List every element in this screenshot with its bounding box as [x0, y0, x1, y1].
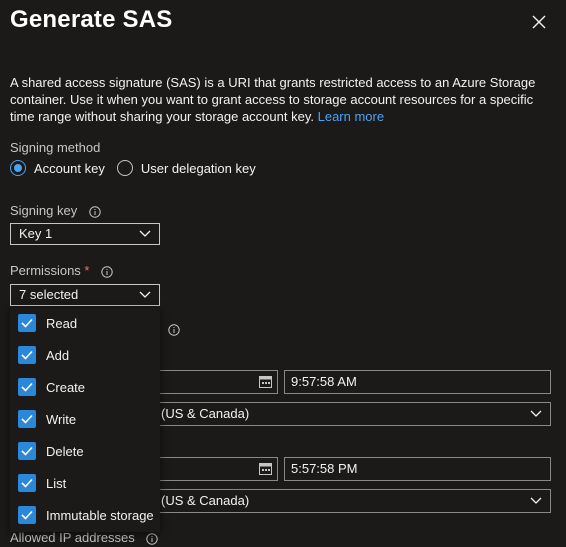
start-time-value: 9:57:58 AM [291, 374, 357, 389]
permission-option-write[interactable]: Write [18, 408, 76, 430]
permission-option-add[interactable]: Add [18, 344, 69, 366]
permissions-dropdown-panel: Read Add Create Write Delete List Immuta… [10, 308, 160, 532]
signing-method-group: Account key User delegation key [10, 160, 268, 176]
radio-user-delegation-key[interactable]: User delegation key [116, 160, 256, 176]
start-time-field[interactable]: 9:57:58 AM [284, 370, 551, 394]
permission-option-label: Add [46, 347, 70, 363]
permission-option-read[interactable]: Read [18, 312, 77, 334]
chevron-down-icon [139, 230, 151, 237]
signing-key-dropdown[interactable]: Key 1 [10, 223, 160, 245]
permissions-label-row: Permissions * [10, 263, 113, 278]
info-icon[interactable] [89, 205, 101, 218]
required-marker: * [84, 263, 90, 278]
checkbox-checked-icon[interactable] [18, 442, 36, 460]
checkbox-checked-icon[interactable] [18, 506, 36, 524]
start-date-field[interactable] [150, 370, 278, 394]
expiry-time-field[interactable]: 5:57:58 PM [284, 457, 551, 481]
chevron-down-icon [139, 291, 151, 298]
info-icon[interactable] [168, 324, 180, 336]
permission-option-label: Immutable storage [46, 507, 154, 523]
radio-account-key[interactable]: Account key [10, 160, 105, 176]
permission-option-create[interactable]: Create [18, 376, 85, 398]
permission-option-label: Write [46, 411, 77, 427]
calendar-icon[interactable] [259, 375, 272, 388]
expiry-date-field[interactable] [150, 457, 278, 481]
permission-option-label: Delete [46, 443, 84, 459]
chevron-down-icon [530, 410, 542, 417]
radio-label-user-delegation-key: User delegation key [140, 160, 256, 176]
calendar-icon[interactable] [259, 462, 272, 475]
checkbox-checked-icon[interactable] [18, 346, 36, 364]
signing-key-label-row: Signing key [10, 203, 101, 218]
dialog-title: Generate SAS [10, 6, 173, 33]
checkbox-checked-icon[interactable] [18, 378, 36, 396]
description-text: A shared access signature (SAS) is a URI… [10, 75, 536, 124]
permissions-dropdown[interactable]: 7 selected [10, 284, 160, 306]
chevron-down-icon [530, 497, 542, 504]
checkbox-checked-icon[interactable] [18, 314, 36, 332]
permissions-value: 7 selected [19, 287, 79, 302]
permissions-label: Permissions [10, 263, 81, 278]
permission-option-label: List [46, 475, 67, 491]
permission-option-immutable-storage[interactable]: Immutable storage [18, 504, 154, 526]
radio-unselected-icon [116, 160, 133, 176]
signing-method-label: Signing method [10, 140, 101, 155]
start-timezone-dropdown[interactable]: (US & Canada) [150, 402, 551, 426]
allowed-ip-label-row: Allowed IP addresses [10, 530, 159, 545]
signing-key-label: Signing key [10, 203, 78, 218]
close-icon[interactable] [530, 13, 548, 31]
info-icon[interactable] [146, 532, 159, 545]
permission-option-label: Read [46, 315, 78, 331]
info-icon[interactable] [101, 265, 113, 278]
expiry-time-value: 5:57:58 PM [291, 461, 358, 476]
radio-selected-icon [10, 160, 26, 176]
checkbox-checked-icon[interactable] [18, 410, 36, 428]
expiry-timezone-value: (US & Canada) [161, 493, 250, 508]
learn-more-link[interactable]: Learn more [318, 109, 384, 124]
dialog-description: A shared access signature (SAS) is a URI… [10, 74, 540, 125]
expiry-timezone-dropdown[interactable]: (US & Canada) [150, 489, 551, 513]
permission-option-delete[interactable]: Delete [18, 440, 84, 462]
radio-label-account-key: Account key [34, 160, 105, 176]
signing-key-value: Key 1 [19, 226, 53, 241]
permission-option-label: Create [46, 379, 86, 395]
permission-option-list[interactable]: List [18, 472, 66, 494]
allowed-ip-label: Allowed IP addresses [10, 530, 135, 545]
checkbox-checked-icon[interactable] [18, 474, 36, 492]
start-timezone-value: (US & Canada) [161, 406, 250, 421]
